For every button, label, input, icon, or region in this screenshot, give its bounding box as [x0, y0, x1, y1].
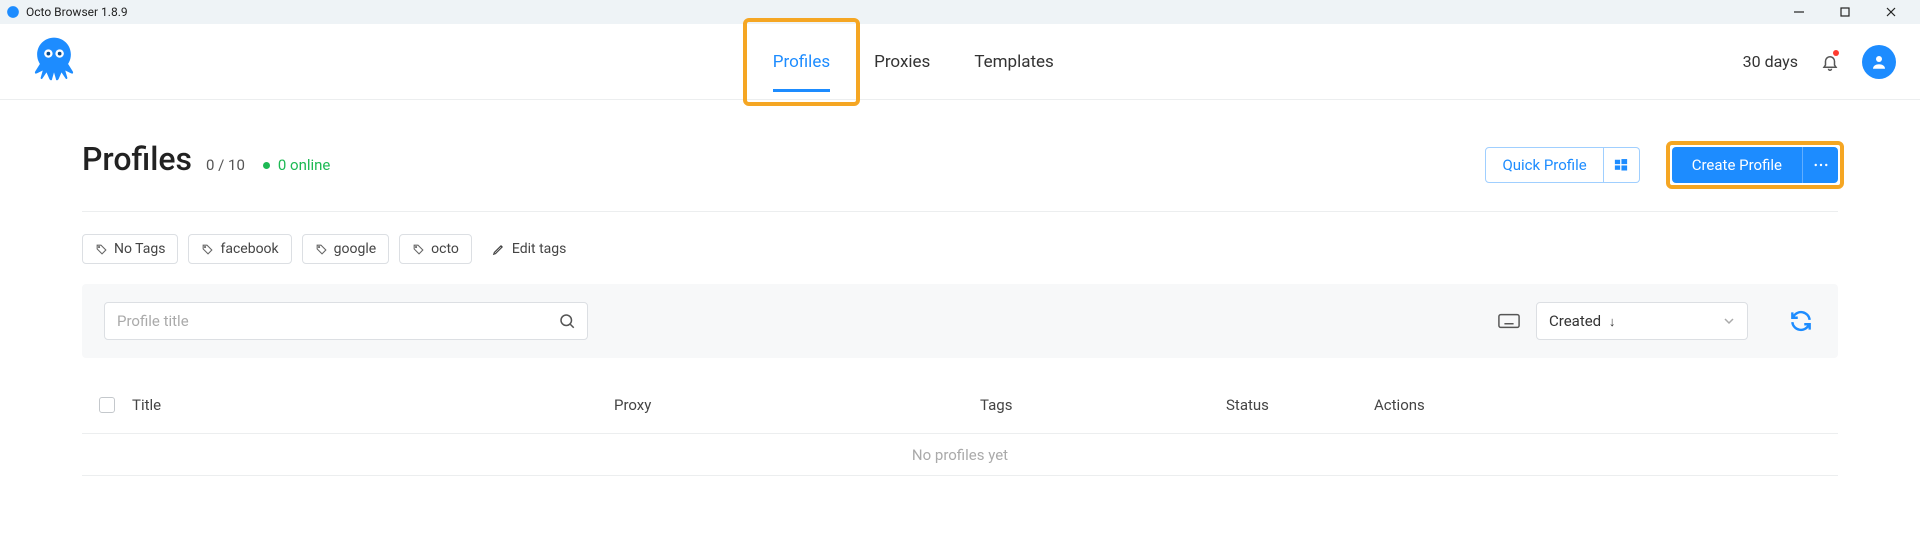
maximize-button[interactable] [1822, 0, 1868, 24]
app-header: Profiles Proxies Templates 30 days [0, 24, 1920, 100]
sort-label: Created [1549, 312, 1601, 330]
window-title: Octo Browser 1.8.9 [26, 5, 128, 19]
profile-count: 0 / 10 [206, 156, 245, 174]
refresh-button[interactable] [1786, 306, 1816, 336]
select-all-checkbox[interactable] [99, 397, 115, 413]
search-wrap [104, 302, 588, 340]
tag-chip-label: google [334, 241, 377, 257]
create-profile-more-button[interactable] [1802, 147, 1838, 183]
avatar[interactable] [1862, 45, 1896, 79]
nav-tab-profiles[interactable]: Profiles [751, 24, 852, 100]
sort-select[interactable]: Created ↓ [1536, 302, 1748, 340]
notifications-icon[interactable] [1820, 50, 1840, 74]
col-actions[interactable]: Actions [1374, 396, 1838, 414]
tag-chip-label: No Tags [114, 241, 165, 257]
nav-tab-templates[interactable]: Templates [952, 24, 1076, 100]
sort-direction-icon: ↓ [1609, 315, 1616, 330]
close-button[interactable] [1868, 0, 1914, 24]
quick-profile-group: Quick Profile [1485, 147, 1639, 183]
nav-tab-label: Proxies [874, 52, 930, 72]
title-bar: Octo Browser 1.8.9 [0, 0, 1920, 24]
nav-tab-proxies[interactable]: Proxies [852, 24, 952, 100]
col-title[interactable]: Title [132, 396, 614, 414]
nav-tab-label: Templates [974, 52, 1054, 72]
page-heading-row: Profiles 0 / 10 0 online Quick Profile C… [82, 140, 1838, 212]
keyboard-icon[interactable] [1498, 313, 1520, 329]
main-nav: Profiles Proxies Templates [84, 24, 1743, 100]
col-proxy[interactable]: Proxy [614, 396, 980, 414]
tag-chip-label: facebook [220, 241, 278, 257]
main-content: Profiles 0 / 10 0 online Quick Profile C… [0, 100, 1920, 476]
create-profile-group: Create Profile [1672, 147, 1838, 183]
logo [24, 32, 84, 92]
app-icon [6, 5, 20, 19]
empty-state: No profiles yet [82, 434, 1838, 476]
notification-dot [1833, 50, 1839, 56]
page-title: Profiles [82, 140, 192, 178]
tag-chip-facebook[interactable]: facebook [188, 234, 291, 264]
tag-chip-no-tags[interactable]: No Tags [82, 234, 178, 264]
tag-chip-label: octo [431, 241, 459, 257]
quick-profile-os-button[interactable] [1604, 147, 1640, 183]
col-status[interactable]: Status [1226, 396, 1374, 414]
tag-chip-google[interactable]: google [302, 234, 390, 264]
filter-bar: Created ↓ [82, 284, 1838, 358]
header-right: 30 days [1743, 45, 1896, 79]
online-indicator: 0 online [259, 155, 331, 174]
table-header: Title Proxy Tags Status Actions [82, 376, 1838, 434]
minimize-button[interactable] [1776, 0, 1822, 24]
create-profile-button[interactable]: Create Profile [1672, 147, 1802, 183]
nav-tab-label: Profiles [773, 52, 830, 72]
online-dot-icon [263, 162, 270, 169]
chevron-down-icon [1723, 315, 1735, 327]
quick-profile-button[interactable]: Quick Profile [1485, 147, 1603, 183]
search-icon [558, 312, 576, 330]
edit-tags-label: Edit tags [512, 241, 566, 257]
online-count: 0 online [278, 156, 331, 174]
tag-chip-octo[interactable]: octo [399, 234, 472, 264]
edit-tags-button[interactable]: Edit tags [482, 234, 576, 264]
col-tags[interactable]: Tags [980, 396, 1226, 414]
tags-row: No Tags facebook google octo Edit tags [82, 234, 1838, 264]
search-input[interactable] [104, 302, 588, 340]
trial-days[interactable]: 30 days [1743, 52, 1798, 71]
